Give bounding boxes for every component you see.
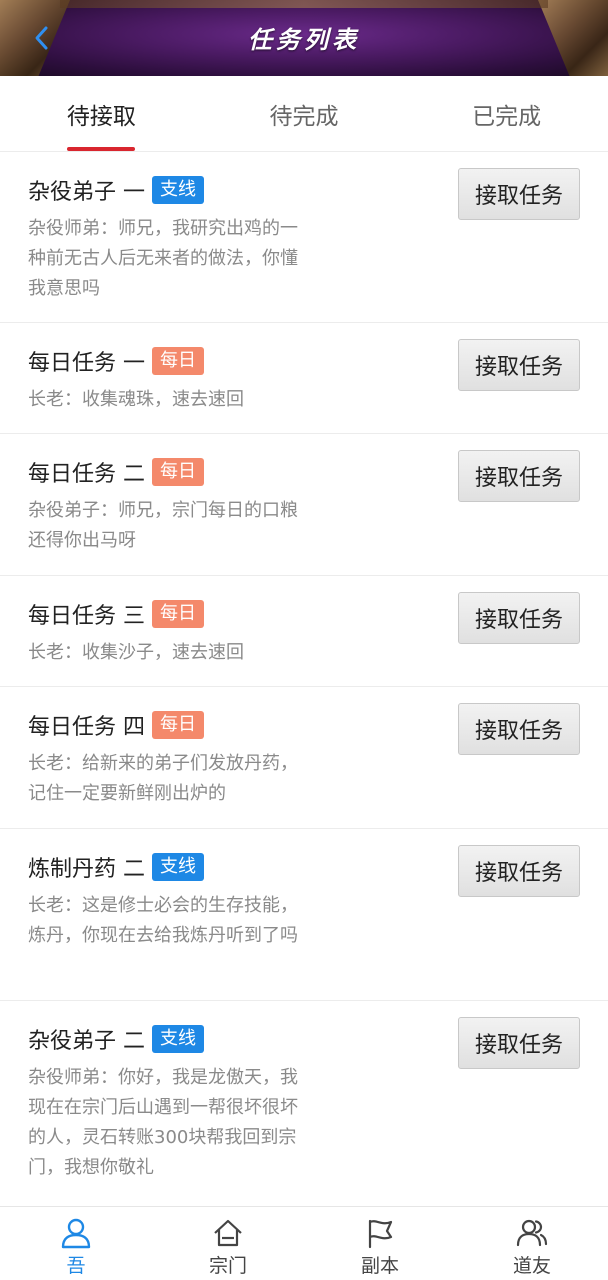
task-title: 每日任务 三 <box>28 604 145 629</box>
person-icon <box>61 1218 91 1249</box>
tab-pending-accept[interactable]: 待接取 <box>0 76 203 151</box>
task-description: 杂役师弟：师兄，我研究出鸡的一种前无古人后无来者的做法，你懂我意思吗 <box>28 218 298 299</box>
tab-completed[interactable]: 已完成 <box>405 76 608 151</box>
task-description: 长老：这是修士必会的生存技能，炼丹，你现在去给我炼丹听到了吗 <box>28 895 298 946</box>
nav-label: 吾 <box>66 1255 86 1277</box>
task-description: 长老：收集沙子，速去速回 <box>28 642 244 663</box>
accept-task-button[interactable]: 接取任务 <box>458 450 580 502</box>
home-icon <box>214 1219 242 1247</box>
accept-task-button[interactable]: 接取任务 <box>458 703 580 755</box>
task-title: 每日任务 二 <box>28 462 145 487</box>
tab-bar: 待接取 待完成 已完成 <box>0 76 608 152</box>
nav-item-friends[interactable]: 道友 <box>456 1207 608 1280</box>
task-type-badge: 支线 <box>152 176 204 204</box>
list-item: 每日任务 二 每日 杂役弟子：师兄，宗门每日的口粮还得你出马呀 接取任务 <box>0 434 608 576</box>
task-list[interactable]: 杂役弟子 一 支线 杂役师弟：师兄，我研究出鸡的一种前无古人后无来者的做法，你懂… <box>0 152 608 1206</box>
task-description: 长老：收集魂珠，速去速回 <box>28 389 244 410</box>
task-title: 杂役弟子 一 <box>28 180 145 205</box>
active-tab-indicator <box>67 147 136 151</box>
header-ornament-top <box>60 0 548 8</box>
nav-label: 副本 <box>360 1255 399 1277</box>
accept-task-button[interactable]: 接取任务 <box>458 592 580 644</box>
accept-task-button[interactable]: 接取任务 <box>458 845 580 897</box>
list-item: 每日任务 一 每日 长老：收集魂珠，速去速回 接取任务 <box>0 323 608 434</box>
accept-task-button[interactable]: 接取任务 <box>458 168 580 220</box>
list-item: 杂役弟子 一 支线 杂役师弟：师兄，我研究出鸡的一种前无古人后无来者的做法，你懂… <box>0 152 608 323</box>
task-description: 杂役弟子：师兄，宗门每日的口粮还得你出马呀 <box>28 500 298 551</box>
tab-label: 待接取 <box>66 103 136 130</box>
bottom-navigation: 吾 宗门 副本 道友 <box>0 1206 608 1280</box>
task-type-badge: 每日 <box>152 458 204 486</box>
list-item: 杂役弟子 二 支线 杂役师弟：你好，我是龙傲天，我现在在宗门后山遇到一帮很坏很坏… <box>0 1001 608 1206</box>
page-title: 任务列表 <box>248 25 360 54</box>
tab-label: 待完成 <box>269 103 339 130</box>
tab-pending-complete[interactable]: 待完成 <box>203 76 406 151</box>
tab-label: 已完成 <box>472 103 542 130</box>
task-title: 炼制丹药 二 <box>28 857 145 882</box>
task-type-badge: 支线 <box>152 853 204 881</box>
task-type-badge: 每日 <box>152 711 204 739</box>
nav-item-me[interactable]: 吾 <box>0 1207 152 1280</box>
header-bar: 任务列表 <box>0 0 608 76</box>
task-type-badge: 每日 <box>152 600 204 628</box>
flag-icon <box>368 1219 393 1249</box>
task-description: 杂役师弟：你好，我是龙傲天，我现在在宗门后山遇到一帮很坏很坏的人，灵石转账300… <box>28 1067 298 1178</box>
task-title: 每日任务 一 <box>28 351 145 376</box>
list-item: 炼制丹药 二 支线 长老：这是修士必会的生存技能，炼丹，你现在去给我炼丹听到了吗… <box>0 829 608 1001</box>
list-item: 每日任务 三 每日 长老：收集沙子，速去速回 接取任务 <box>0 576 608 687</box>
nav-label: 宗门 <box>208 1255 247 1277</box>
task-type-badge: 支线 <box>152 1025 204 1053</box>
task-description: 长老：给新来的弟子们发放丹药，记住一定要新鲜刚出炉的 <box>28 753 298 804</box>
accept-task-button[interactable]: 接取任务 <box>458 1017 580 1069</box>
task-title: 杂役弟子 二 <box>28 1029 145 1054</box>
friends-icon <box>516 1219 548 1247</box>
accept-task-button[interactable]: 接取任务 <box>458 339 580 391</box>
nav-label: 道友 <box>512 1255 551 1277</box>
list-item: 每日任务 四 每日 长老：给新来的弟子们发放丹药，记住一定要新鲜刚出炉的 接取任… <box>0 687 608 829</box>
nav-item-sect[interactable]: 宗门 <box>152 1207 304 1280</box>
nav-item-dungeon[interactable]: 副本 <box>304 1207 456 1280</box>
task-type-badge: 每日 <box>152 347 204 375</box>
task-title: 每日任务 四 <box>28 715 145 740</box>
